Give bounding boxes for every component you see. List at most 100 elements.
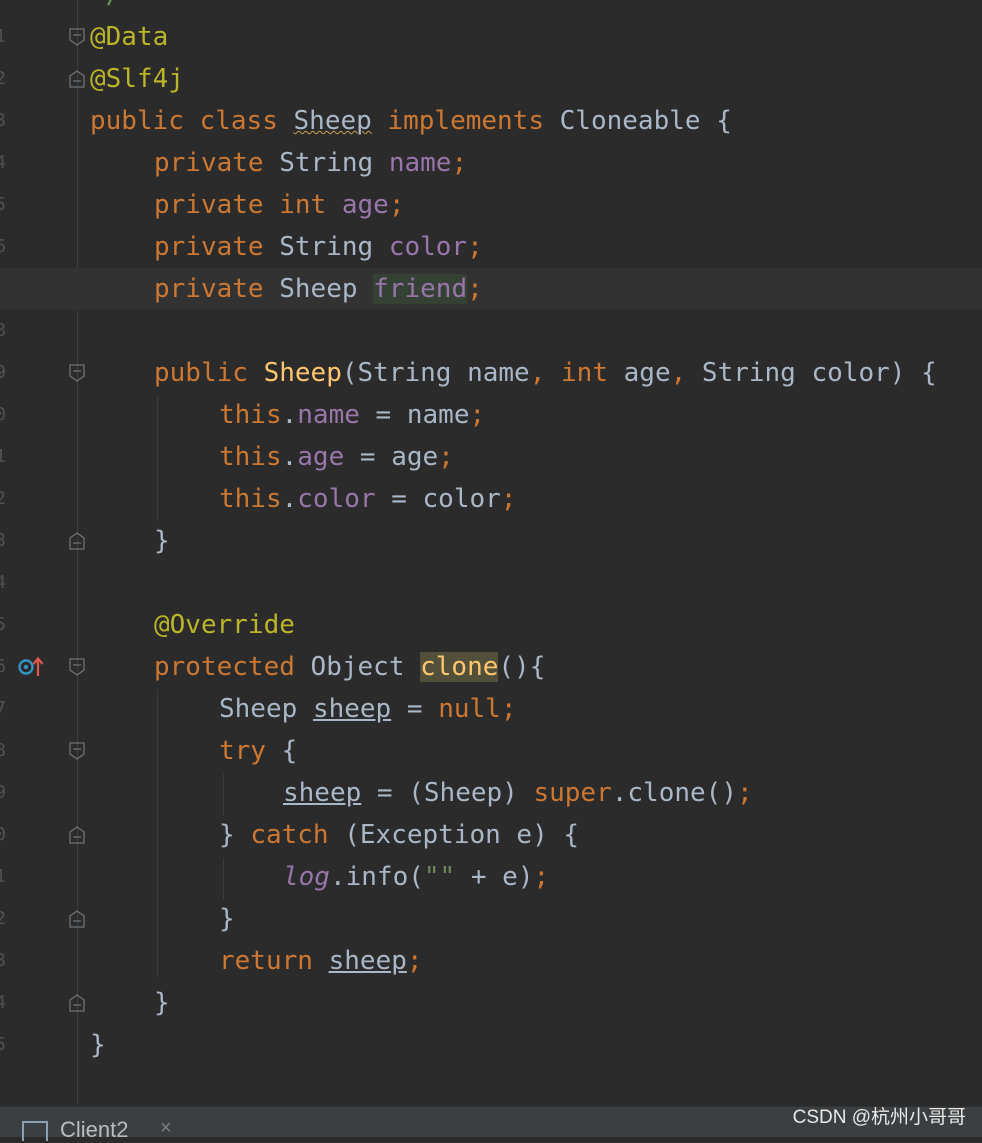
brace: } bbox=[90, 1030, 106, 1060]
keyword: try bbox=[219, 736, 266, 766]
code-line: private String name; bbox=[0, 142, 982, 184]
keyword: public bbox=[90, 106, 184, 136]
paren: (){ bbox=[498, 652, 546, 682]
comma: , bbox=[670, 358, 687, 388]
semicolon: ; bbox=[469, 400, 486, 430]
keyword: private bbox=[154, 148, 264, 178]
field[interactable]: name bbox=[389, 148, 452, 178]
watermark: CSDN @杭州小哥哥 bbox=[792, 1107, 966, 1128]
keyword: private bbox=[154, 232, 264, 262]
keyword: private bbox=[154, 274, 264, 304]
semicolon: ; bbox=[500, 484, 517, 514]
class-declaration: public class Sheep implements Cloneable … bbox=[90, 100, 732, 142]
field[interactable]: age bbox=[342, 190, 389, 220]
code-line: log.info("" + e); bbox=[0, 856, 982, 898]
brace: } bbox=[219, 820, 235, 850]
field-declaration: private String color; bbox=[154, 226, 483, 268]
keyword: catch bbox=[250, 820, 329, 850]
field-declaration: private int age; bbox=[154, 184, 404, 226]
keyword: null bbox=[438, 694, 501, 724]
method-declaration: protected Object clone(){ bbox=[154, 646, 545, 688]
static-field[interactable]: log bbox=[283, 862, 330, 892]
statement: sheep = (Sheep) super.clone(); bbox=[283, 772, 753, 814]
field[interactable]: age bbox=[297, 442, 344, 472]
code-line: this.name = name; bbox=[0, 394, 982, 436]
code-line: } bbox=[0, 1024, 982, 1066]
code-line: private String color; bbox=[0, 226, 982, 268]
keyword: this bbox=[219, 442, 282, 472]
semicolon: ; bbox=[438, 442, 454, 472]
field-declaration: private Sheep friend; bbox=[154, 268, 483, 310]
code-line: return sheep; bbox=[0, 940, 982, 982]
field[interactable]: friend bbox=[373, 274, 468, 304]
keyword: this bbox=[219, 400, 282, 430]
keyword: this bbox=[219, 484, 282, 514]
statement: return sheep; bbox=[219, 940, 423, 982]
field[interactable]: color bbox=[389, 232, 467, 262]
semicolon: ; bbox=[406, 946, 423, 976]
code-line: } bbox=[0, 982, 982, 1024]
local-variable[interactable]: sheep bbox=[329, 946, 407, 976]
statement: this.age = age; bbox=[219, 436, 454, 478]
equals: = bbox=[391, 694, 439, 724]
code-line: } bbox=[0, 520, 982, 562]
constructor-declaration: public Sheep(String name, int age, Strin… bbox=[154, 352, 937, 394]
keyword: super bbox=[533, 778, 612, 808]
params: String color) { bbox=[686, 358, 937, 388]
expression: + e) bbox=[455, 862, 534, 892]
code-line: protected Object clone(){ bbox=[0, 646, 982, 688]
local-variable[interactable]: sheep bbox=[283, 778, 361, 808]
keyword: implements bbox=[387, 106, 544, 136]
run-config-icon bbox=[22, 1121, 48, 1141]
type: Object bbox=[310, 652, 405, 682]
statement: try { bbox=[219, 730, 297, 772]
semicolon: ; bbox=[388, 190, 405, 220]
annotation: @Override bbox=[154, 610, 295, 640]
statement: log.info("" + e); bbox=[283, 856, 549, 898]
assignment: = name bbox=[359, 400, 470, 430]
run-tab-label[interactable]: Client2 bbox=[60, 1117, 128, 1143]
semicolon: ; bbox=[451, 148, 468, 178]
semicolon: ; bbox=[736, 778, 753, 808]
dot: . bbox=[281, 400, 298, 430]
current-line: private Sheep friend; bbox=[0, 268, 982, 310]
field[interactable]: name bbox=[297, 400, 360, 430]
code-line: @Override bbox=[0, 604, 982, 646]
dot: . bbox=[281, 484, 298, 514]
statement: } catch (Exception e) { bbox=[219, 814, 579, 856]
brace: } bbox=[219, 904, 235, 934]
class-name[interactable]: Sheep bbox=[294, 106, 372, 136]
code-line: @Slf4j bbox=[0, 58, 982, 100]
field-declaration: private String name; bbox=[154, 142, 467, 184]
code-line: try { bbox=[0, 730, 982, 772]
params: (String name bbox=[341, 358, 530, 388]
code-editor[interactable]: 1 2 3 4 5 6 7 8 9 0 1 2 3 4 5 6 7 8 9 0 … bbox=[0, 0, 982, 1106]
code-line: } catch (Exception e) { bbox=[0, 814, 982, 856]
statement: Sheep sheep = null; bbox=[219, 688, 516, 730]
constructor-name[interactable]: Sheep bbox=[264, 358, 342, 388]
close-icon[interactable]: × bbox=[160, 1117, 172, 1140]
code-line: */ bbox=[0, 0, 982, 16]
interface-name[interactable]: Cloneable bbox=[560, 106, 701, 136]
semicolon: ; bbox=[533, 862, 550, 892]
code-line: this.color = color; bbox=[0, 478, 982, 520]
string-literal: "" bbox=[423, 862, 456, 892]
code-line: @Data bbox=[0, 16, 982, 58]
code-line: public class Sheep implements Cloneable … bbox=[0, 100, 982, 142]
field[interactable]: color bbox=[297, 484, 375, 514]
method-name[interactable]: clone bbox=[420, 652, 499, 682]
type: Sheep bbox=[219, 694, 298, 724]
brace: { bbox=[265, 736, 298, 766]
cast: = (Sheep) bbox=[361, 778, 534, 808]
local-variable[interactable]: sheep bbox=[313, 694, 391, 724]
comma: , bbox=[529, 358, 546, 388]
code-line: Sheep sheep = null; bbox=[0, 688, 982, 730]
line-number: 8 bbox=[0, 320, 6, 341]
dot: . bbox=[281, 442, 298, 472]
assignment: = color bbox=[375, 484, 501, 514]
brace: } bbox=[154, 988, 170, 1018]
statement: this.color = color; bbox=[219, 478, 516, 520]
keyword: class bbox=[199, 106, 278, 136]
type: Sheep bbox=[279, 274, 358, 304]
statement: this.name = name; bbox=[219, 394, 485, 436]
